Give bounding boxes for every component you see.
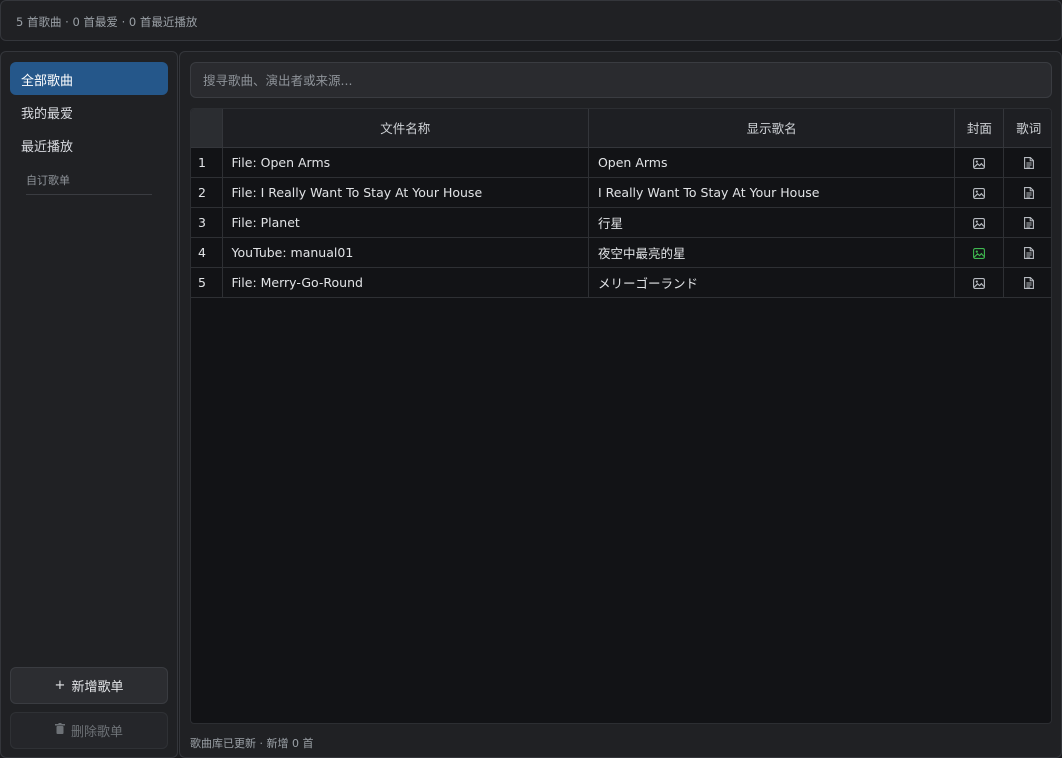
plus-icon: + [54, 678, 66, 693]
file-column-header[interactable]: 文件名称 [222, 109, 589, 148]
table-header-row: 文件名称 显示歌名 封面 歌词 [191, 109, 1051, 148]
row-index: 2 [191, 177, 223, 208]
delete-playlist-button[interactable]: 删除歌单 [10, 712, 168, 749]
sidebar-item-favorites[interactable]: 我的最爱 [10, 95, 168, 128]
index-column-header [191, 109, 223, 148]
custom-playlists-header: 自订歌单 [26, 165, 152, 195]
row-cover-cell[interactable] [954, 147, 1005, 178]
lyrics-column-header[interactable]: 歌词 [1003, 109, 1051, 148]
status-message: 歌曲库已更新 · 新增 0 首 [190, 737, 314, 750]
cover-column-header[interactable]: 封面 [954, 109, 1005, 148]
main-panel: 文件名称 显示歌名 封面 歌词 1 File: Open Arms Open A… [179, 51, 1062, 758]
add-playlist-label: 新增歌单 [71, 680, 124, 695]
row-display-title[interactable]: メリーゴーランド [588, 267, 956, 298]
row-file-name[interactable]: File: Planet [222, 207, 589, 238]
image-icon[interactable] [973, 275, 986, 290]
image-icon[interactable] [973, 215, 986, 230]
row-display-title[interactable]: Open Arms [588, 147, 956, 178]
row-file-name[interactable]: YouTube: manual01 [222, 237, 589, 268]
row-display-title[interactable]: 行星 [588, 207, 956, 238]
table-row[interactable]: 5 File: Merry-Go-Round メリーゴーランド [191, 267, 1051, 298]
row-display-title[interactable]: I Really Want To Stay At Your House [588, 177, 956, 208]
search-input[interactable] [190, 62, 1052, 98]
row-display-title[interactable]: 夜空中最亮的星 [588, 237, 956, 268]
row-file-name[interactable]: File: Merry-Go-Round [222, 267, 589, 298]
row-cover-cell[interactable] [954, 177, 1005, 208]
song-table: 文件名称 显示歌名 封面 歌词 1 File: Open Arms Open A… [191, 109, 1051, 298]
document-icon[interactable] [1023, 155, 1034, 170]
row-index: 4 [191, 237, 223, 268]
table-row[interactable]: 3 File: Planet 行星 [191, 207, 1051, 238]
row-cover-cell[interactable] [954, 237, 1005, 268]
document-icon[interactable] [1023, 275, 1034, 290]
table-row[interactable]: 2 File: I Really Want To Stay At Your Ho… [191, 177, 1051, 208]
row-lyrics-cell[interactable] [1003, 237, 1051, 268]
row-file-name[interactable]: File: I Really Want To Stay At Your Hous… [222, 177, 589, 208]
cover-present-image-icon[interactable] [973, 245, 986, 260]
row-index: 3 [191, 207, 223, 238]
add-playlist-button[interactable]: + 新增歌单 [10, 667, 168, 704]
trash-icon [54, 723, 65, 738]
sidebar-item-all-songs[interactable]: 全部歌曲 [10, 62, 168, 95]
row-index: 5 [191, 267, 223, 298]
library-stats-bar: 5 首歌曲 · 0 首最爱 · 0 首最近播放 [0, 0, 1062, 41]
document-icon[interactable] [1023, 185, 1034, 200]
library-stats-text: 5 首歌曲 · 0 首最爱 · 0 首最近播放 [16, 15, 198, 29]
row-file-name[interactable]: File: Open Arms [222, 147, 589, 178]
image-icon[interactable] [973, 185, 986, 200]
row-lyrics-cell[interactable] [1003, 207, 1051, 238]
table-row[interactable]: 4 YouTube: manual01 夜空中最亮的星 [191, 237, 1051, 268]
document-icon[interactable] [1023, 215, 1034, 230]
delete-playlist-label: 删除歌单 [70, 725, 123, 740]
image-icon[interactable] [973, 155, 986, 170]
sidebar: 全部歌曲 我的最爱 最近播放 自订歌单 + 新增歌单 删除歌单 [0, 51, 178, 758]
document-icon[interactable] [1023, 245, 1034, 260]
row-cover-cell[interactable] [954, 207, 1005, 238]
sidebar-item-recently-played[interactable]: 最近播放 [10, 128, 168, 161]
table-row[interactable]: 1 File: Open Arms Open Arms [191, 147, 1051, 178]
row-cover-cell[interactable] [954, 267, 1005, 298]
row-lyrics-cell[interactable] [1003, 267, 1051, 298]
song-table-container: 文件名称 显示歌名 封面 歌词 1 File: Open Arms Open A… [190, 108, 1052, 724]
title-column-header[interactable]: 显示歌名 [588, 109, 956, 148]
row-index: 1 [191, 147, 223, 178]
row-lyrics-cell[interactable] [1003, 147, 1051, 178]
row-lyrics-cell[interactable] [1003, 177, 1051, 208]
